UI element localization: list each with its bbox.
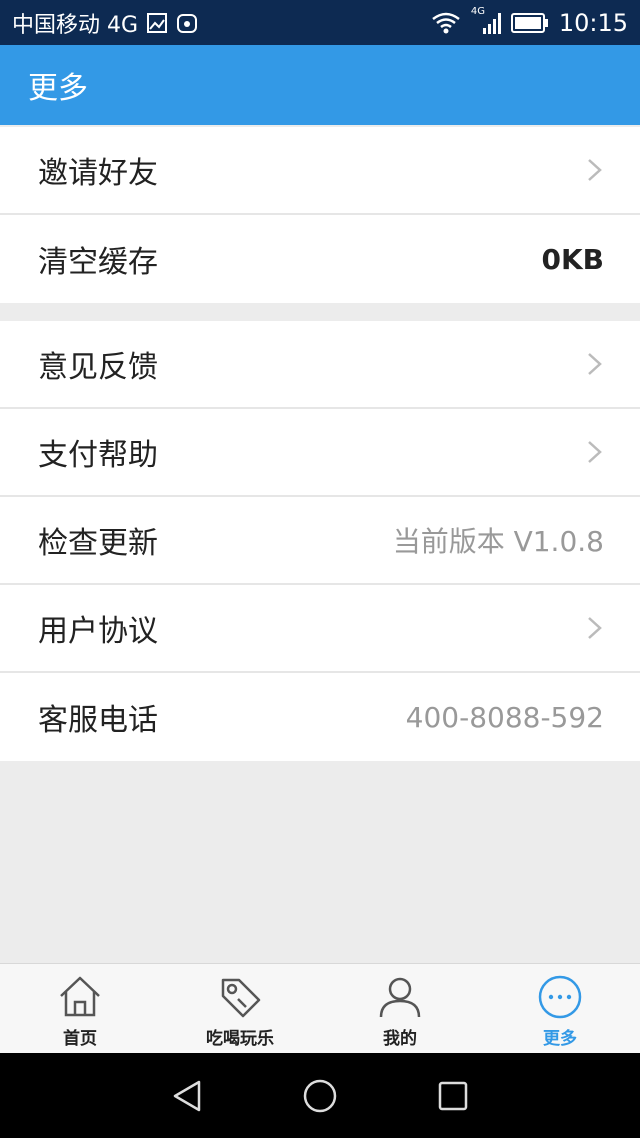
row-label: 清空缓存 bbox=[38, 245, 158, 280]
version-value: 当前版本 V1.0.8 bbox=[392, 525, 604, 558]
home-circle-icon bbox=[303, 1079, 337, 1112]
chevron-right-icon bbox=[588, 159, 602, 181]
chevron-right-icon bbox=[588, 441, 602, 463]
user-icon bbox=[379, 977, 421, 1018]
tab-food-fun[interactable]: 吃喝玩乐 bbox=[160, 964, 320, 1054]
phone-value: 400-8088-592 bbox=[405, 700, 604, 734]
page-header: 更多 bbox=[0, 45, 640, 125]
payment-help-row[interactable]: 支付帮助 bbox=[0, 409, 640, 497]
page-title: 更多 bbox=[28, 71, 88, 106]
row-label: 客服电话 bbox=[38, 703, 158, 738]
settings-group-2: 意见反馈 支付帮助 检查更新 当前版本 V1.0.8 用户协议 客服电话 400… bbox=[0, 321, 640, 761]
customer-service-row[interactable]: 客服电话 400-8088-592 bbox=[0, 673, 640, 761]
home-button[interactable] bbox=[300, 1076, 340, 1116]
wifi-icon bbox=[431, 11, 461, 35]
invite-friends-row[interactable]: 邀请好友 bbox=[0, 127, 640, 215]
tab-label: 我的 bbox=[383, 1029, 417, 1049]
settings-list: 邀请好友 清空缓存 0KB 意见反馈 支付帮助 检查更新 当前版本 V1.0.8… bbox=[0, 125, 640, 779]
user-agreement-row[interactable]: 用户协议 bbox=[0, 585, 640, 673]
bottom-tab-bar: 首页 吃喝玩乐 我的 更多 bbox=[0, 963, 640, 1054]
back-triangle-icon bbox=[173, 1080, 200, 1111]
feedback-row[interactable]: 意见反馈 bbox=[0, 321, 640, 409]
row-label: 意见反馈 bbox=[38, 350, 158, 385]
network-type-label: 4G bbox=[470, 5, 485, 17]
settings-group-1: 邀请好友 清空缓存 0KB bbox=[0, 127, 640, 303]
battery-icon bbox=[510, 12, 549, 34]
signal-icon: 4G bbox=[471, 6, 501, 36]
tab-home[interactable]: 首页 bbox=[0, 964, 160, 1054]
tag-icon bbox=[221, 978, 261, 1018]
tab-label: 吃喝玩乐 bbox=[206, 1029, 274, 1049]
carrier-label: 中国移动 4G bbox=[12, 12, 139, 38]
row-label: 检查更新 bbox=[38, 526, 158, 561]
home-icon bbox=[60, 976, 100, 1017]
image-icon bbox=[146, 12, 168, 34]
tab-more[interactable]: 更多 bbox=[480, 964, 640, 1054]
row-label: 用户协议 bbox=[38, 614, 158, 649]
status-bar: 中国移动 4G 4G 10:15 bbox=[0, 0, 640, 45]
chevron-right-icon bbox=[588, 617, 602, 639]
chevron-right-icon bbox=[588, 353, 602, 375]
app-notification-icon bbox=[176, 12, 198, 34]
tab-label: 更多 bbox=[543, 1029, 577, 1049]
cache-size-value: 0KB bbox=[541, 242, 604, 276]
row-label: 邀请好友 bbox=[38, 156, 158, 191]
system-nav-bar bbox=[0, 1053, 640, 1138]
recents-button[interactable] bbox=[433, 1076, 473, 1116]
clear-cache-row[interactable]: 清空缓存 0KB bbox=[0, 215, 640, 303]
clock: 10:15 bbox=[558, 8, 628, 37]
tab-mine[interactable]: 我的 bbox=[320, 964, 480, 1054]
back-button[interactable] bbox=[167, 1076, 207, 1116]
tab-label: 首页 bbox=[63, 1029, 97, 1049]
check-update-row[interactable]: 检查更新 当前版本 V1.0.8 bbox=[0, 497, 640, 585]
more-icon bbox=[538, 975, 582, 1019]
row-label: 支付帮助 bbox=[38, 438, 158, 473]
recents-square-icon bbox=[439, 1081, 468, 1110]
